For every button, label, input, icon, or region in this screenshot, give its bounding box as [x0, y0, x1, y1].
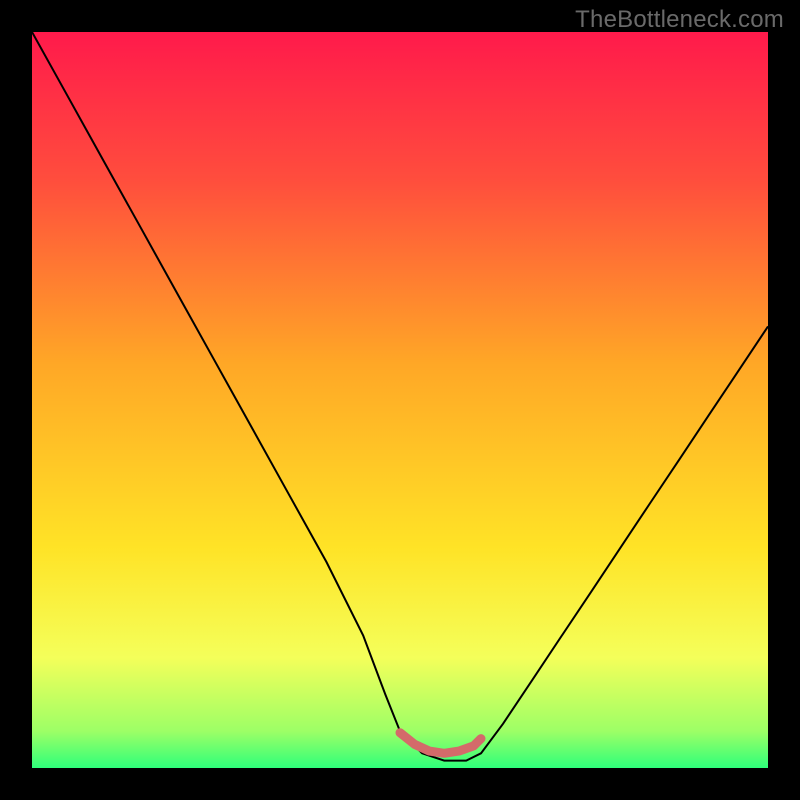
chart-frame: TheBottleneck.com — [0, 0, 800, 800]
bottleneck-chart — [32, 32, 768, 768]
plot-area — [32, 32, 768, 768]
gradient-background — [32, 32, 768, 768]
watermark-text: TheBottleneck.com — [575, 6, 784, 34]
